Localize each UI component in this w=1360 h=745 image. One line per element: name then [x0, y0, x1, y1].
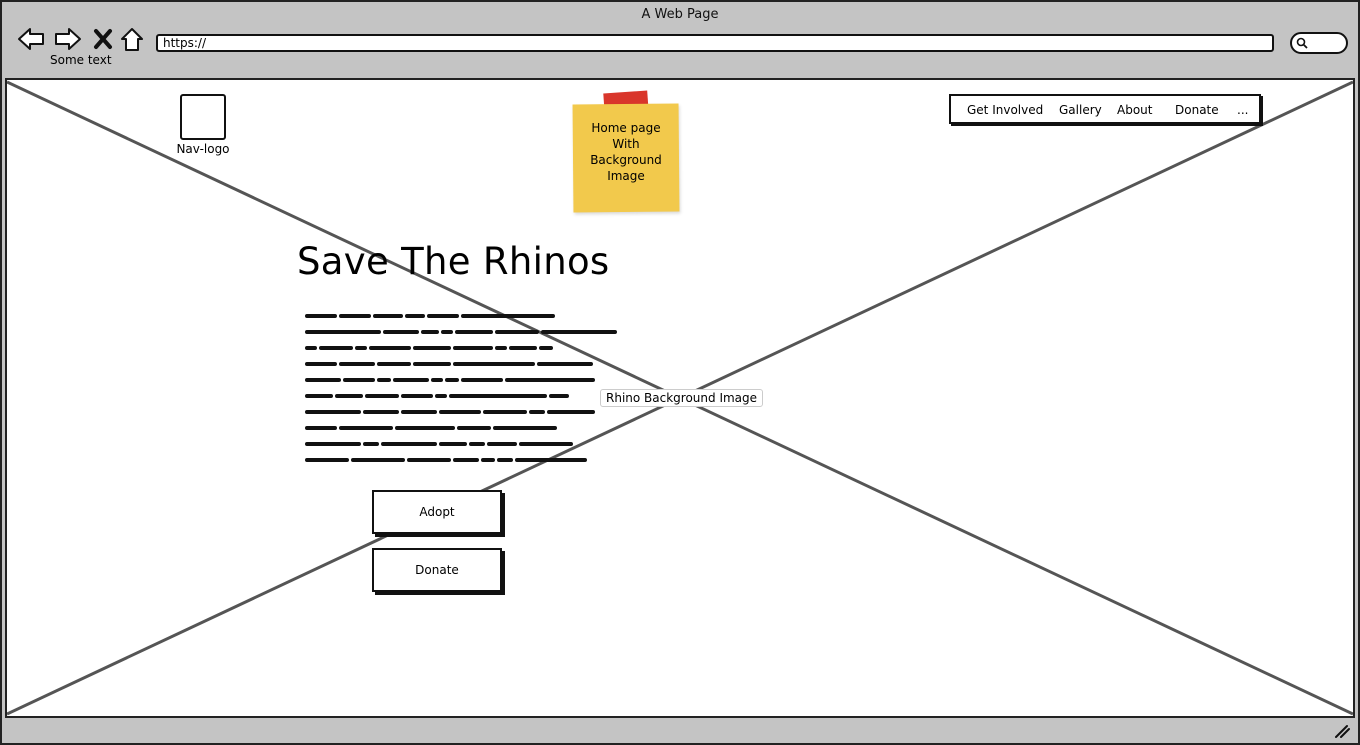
back-button[interactable] — [16, 24, 46, 54]
nav-logo-label: Nav-logo — [176, 142, 230, 156]
sticky-line: With — [612, 137, 640, 151]
nav-more[interactable]: ... — [1237, 103, 1248, 117]
browser-window: A Web Page Some text https:// Nav-logo H… — [0, 0, 1360, 745]
donate-button[interactable]: Donate — [372, 548, 502, 592]
forward-button[interactable] — [53, 24, 83, 54]
sticky-line: Image — [607, 169, 645, 183]
sticky-note-text: Home page With Background Image — [573, 120, 679, 184]
nav-logo[interactable] — [180, 94, 226, 140]
nav-donate[interactable]: Donate — [1175, 103, 1219, 117]
placeholder-text-block — [305, 314, 617, 462]
adopt-button[interactable]: Adopt — [372, 490, 502, 534]
search-icon — [1296, 37, 1308, 49]
nav-about[interactable]: About — [1117, 103, 1152, 117]
search-field[interactable] — [1290, 32, 1348, 54]
nav-gallery[interactable]: Gallery — [1059, 103, 1102, 117]
home-icon — [121, 28, 143, 51]
nav-get-involved[interactable]: Get Involved — [967, 103, 1043, 117]
arrow-right-icon — [55, 28, 81, 50]
resize-grip-icon[interactable] — [1334, 724, 1350, 738]
top-navigation: Get Involved Gallery About Donate ... — [949, 94, 1261, 124]
arrow-left-icon — [18, 28, 44, 50]
sticky-line: Background — [590, 153, 662, 167]
page-title: Save The Rhinos — [297, 240, 610, 283]
stop-button[interactable] — [88, 24, 118, 54]
close-icon — [94, 29, 112, 49]
home-button[interactable] — [117, 24, 147, 54]
window-title: A Web Page — [641, 7, 719, 22]
page-viewport: Nav-logo Home page With Background Image… — [5, 78, 1355, 718]
sticky-line: Home page — [591, 121, 661, 135]
toolbar-caption: Some text — [50, 53, 112, 67]
address-bar[interactable]: https:// — [156, 34, 1274, 52]
background-image-label: Rhino Background Image — [600, 389, 764, 407]
